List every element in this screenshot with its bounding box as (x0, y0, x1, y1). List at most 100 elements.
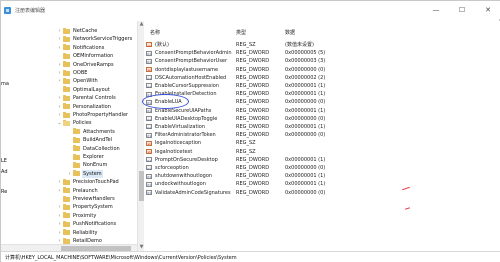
expand-chevron-icon[interactable] (57, 86, 62, 94)
registry-value-row[interactable]: scforceoption REG_DWORD 0x00000000 (0) (145, 164, 500, 173)
close-button[interactable]: ✕ (475, 1, 500, 19)
folder-icon (63, 203, 70, 210)
tree-item[interactable]: › Prelaunch (1, 187, 137, 195)
registry-value-row[interactable]: EnableVirtualization REG_DWORD 0x00000001 … (145, 123, 500, 132)
registry-value-row[interactable]: shutdownwithoutlogon REG_DWORD 0x00000001 … (145, 172, 500, 181)
folder-icon (73, 170, 80, 177)
expand-chevron-icon[interactable] (67, 128, 72, 136)
expand-chevron-icon[interactable]: › (57, 229, 62, 237)
registry-value-row[interactable]: EnableInstallerDetectionREG_DWORD0x00000… (145, 90, 500, 99)
value-name: FilterAdministratorToken (155, 132, 216, 139)
tree-item[interactable]: OptimalLayout (1, 86, 137, 94)
tree-item[interactable]: DataCollection (1, 145, 137, 153)
tree-item[interactable]: › Proximity (1, 212, 137, 220)
value-data: 0x00000001 (1) (285, 107, 326, 114)
registry-value-row[interactable]: ConsentPromptBehaviorUser REG_DWORD 0x0000… (145, 57, 500, 66)
tree-item[interactable]: Attachments (1, 128, 137, 136)
tree-item[interactable]: › System (1, 169, 137, 179)
maximize-button[interactable]: ☐ (449, 1, 475, 19)
expand-chevron-icon[interactable]: › (57, 61, 62, 69)
tree-item[interactable]: › Notifications (1, 44, 137, 52)
expand-chevron-icon[interactable]: › (57, 69, 62, 77)
expand-chevron-icon[interactable]: › (57, 103, 62, 111)
tree-item[interactable]: › Reliability (1, 229, 137, 237)
tree-vertical-scrollbar[interactable]: ▲ ▼ (137, 21, 144, 251)
expand-chevron-icon[interactable] (57, 52, 62, 60)
registry-value-row[interactable]: legalnoticecaption REG_SZ (145, 139, 500, 148)
tree-item[interactable]: › OOBE (1, 69, 137, 77)
expand-chevron-icon[interactable]: › (57, 44, 62, 52)
expand-chevron-icon[interactable]: › (57, 111, 62, 119)
registry-value-row[interactable]: ConsentPromptBehaviorAdmin REG_DWORD 0x000… (145, 49, 500, 58)
collapse-chevron-icon[interactable]: ⌄ (57, 119, 62, 127)
tree-item-label: OOBE (73, 70, 88, 76)
tree-item-label: Prelaunch (73, 187, 98, 194)
minimize-button[interactable]: — (423, 1, 449, 19)
tree-item[interactable]: PreviewHandlers (1, 195, 137, 203)
registry-value-row[interactable]: DSCAutomationHostEnabled REG_DWORD 0x00000… (145, 74, 500, 83)
registry-value-row[interactable]: legalnoticetext REG_SZ (145, 148, 500, 157)
annotation-circle (142, 94, 189, 109)
tree-item[interactable]: Explorer (1, 153, 137, 161)
expand-chevron-icon[interactable]: › (57, 220, 62, 228)
tree-item[interactable]: › Personalization (1, 103, 137, 111)
registry-value-row[interactable]: EnableCursorSuppression REG_DWORD 0x000000… (145, 82, 500, 91)
tree-item[interactable]: NonEnum (1, 161, 137, 169)
tree-scroll-thumb[interactable] (139, 171, 144, 201)
expand-chevron-icon[interactable] (67, 153, 72, 161)
folder-icon (63, 61, 70, 68)
folder-icon (73, 145, 80, 152)
expand-chevron-icon[interactable] (67, 136, 72, 144)
expand-chevron-icon[interactable]: › (57, 212, 62, 220)
column-header-name[interactable]: 名称 (150, 29, 160, 36)
value-type: REG_DWORD (236, 124, 270, 130)
value-type: REG_DWORD (236, 66, 270, 73)
value-data: 0x00000000 (0) (285, 115, 326, 122)
tree-item-label: PrecisionTouchPad (73, 179, 119, 186)
registry-value-row[interactable]: undockwithoutlogon REG_DWORD 0x00000001 (1… (145, 180, 500, 189)
registry-key-tree[interactable]: ma LE Ad Re › NetCache › NetworkServiceTriggers… (1, 21, 144, 251)
registry-value-row[interactable]: PromptOnSecureDesktop REG_DWORD 0x00000001… (145, 156, 500, 165)
tree-item[interactable]: › Parental Controls (1, 94, 137, 102)
tree-item[interactable]: › PhotoPropertyHandler (1, 111, 137, 119)
expand-chevron-icon[interactable]: › (57, 187, 62, 195)
registry-value-row[interactable]: dontdisplaylastusername REG_DWORD 0x000000… (145, 66, 500, 75)
scroll-up-arrow-icon[interactable]: ▲ (138, 21, 145, 28)
title-bar[interactable]: 注册表编辑器 — ☐ ✕ (1, 1, 500, 19)
value-type: REG_DWORD (236, 156, 270, 163)
tree-item[interactable]: › NetCache (1, 27, 137, 35)
column-header-type[interactable]: 类型 (236, 29, 246, 36)
tree-item-label: Attachments (83, 128, 115, 135)
expand-chevron-icon[interactable]: › (57, 203, 62, 211)
tree-item[interactable]: › PropertySystem (1, 203, 137, 211)
tree-item[interactable]: › PrecisionTouchPad (1, 178, 137, 186)
expand-chevron-icon[interactable]: › (67, 170, 72, 178)
registry-value-row[interactable]: EnableLUAREG_DWORD0x00000000 (0) (145, 98, 500, 107)
expand-chevron-icon[interactable] (67, 161, 72, 169)
registry-value-row[interactable]: FilterAdministratorToken REG_DWORD 0x00000… (145, 131, 500, 140)
expand-chevron-icon[interactable]: › (57, 27, 62, 35)
tree-item[interactable]: › PushNotifications (1, 220, 137, 228)
expand-chevron-icon[interactable]: › (57, 94, 62, 102)
registry-value-row[interactable]: (默认) REG_SZ (数值未设置) (145, 41, 500, 50)
value-name: dontdisplaylastusername (155, 66, 219, 73)
tree-item[interactable]: ⌄ Policies (1, 119, 137, 127)
registry-value-row[interactable]: EnableUIADesktopToggle REG_DWORD 0x0000000… (145, 115, 500, 124)
expand-chevron-icon[interactable] (67, 145, 72, 153)
column-header-data[interactable]: 数据 (285, 29, 295, 36)
registry-value-row[interactable]: ValidateAdminCodeSignatures REG_DWORD 0x00… (145, 189, 500, 198)
tree-item-label: Notifications (73, 44, 105, 51)
registry-value-row[interactable]: EnableSecureUIAPathsREG_DWORD0x00000001 … (145, 107, 500, 116)
tree-horizontal-scrollbar[interactable] (1, 244, 137, 251)
tree-item[interactable]: › NetworkServiceTriggers (1, 35, 137, 43)
tree-item[interactable]: › OpenWith (1, 77, 137, 85)
tree-item[interactable]: › OneDriveRamps (1, 61, 137, 69)
expand-chevron-icon[interactable]: › (57, 178, 62, 186)
scroll-down-arrow-icon[interactable]: ▼ (138, 244, 145, 251)
tree-item-label: PropertySystem (73, 204, 113, 211)
tree-item[interactable]: BuildAndTel (1, 136, 137, 144)
expand-chevron-icon[interactable] (57, 195, 62, 203)
expand-chevron-icon[interactable]: › (57, 77, 62, 85)
tree-item[interactable]: OEMInformation (1, 52, 137, 60)
expand-chevron-icon[interactable]: › (57, 35, 62, 43)
